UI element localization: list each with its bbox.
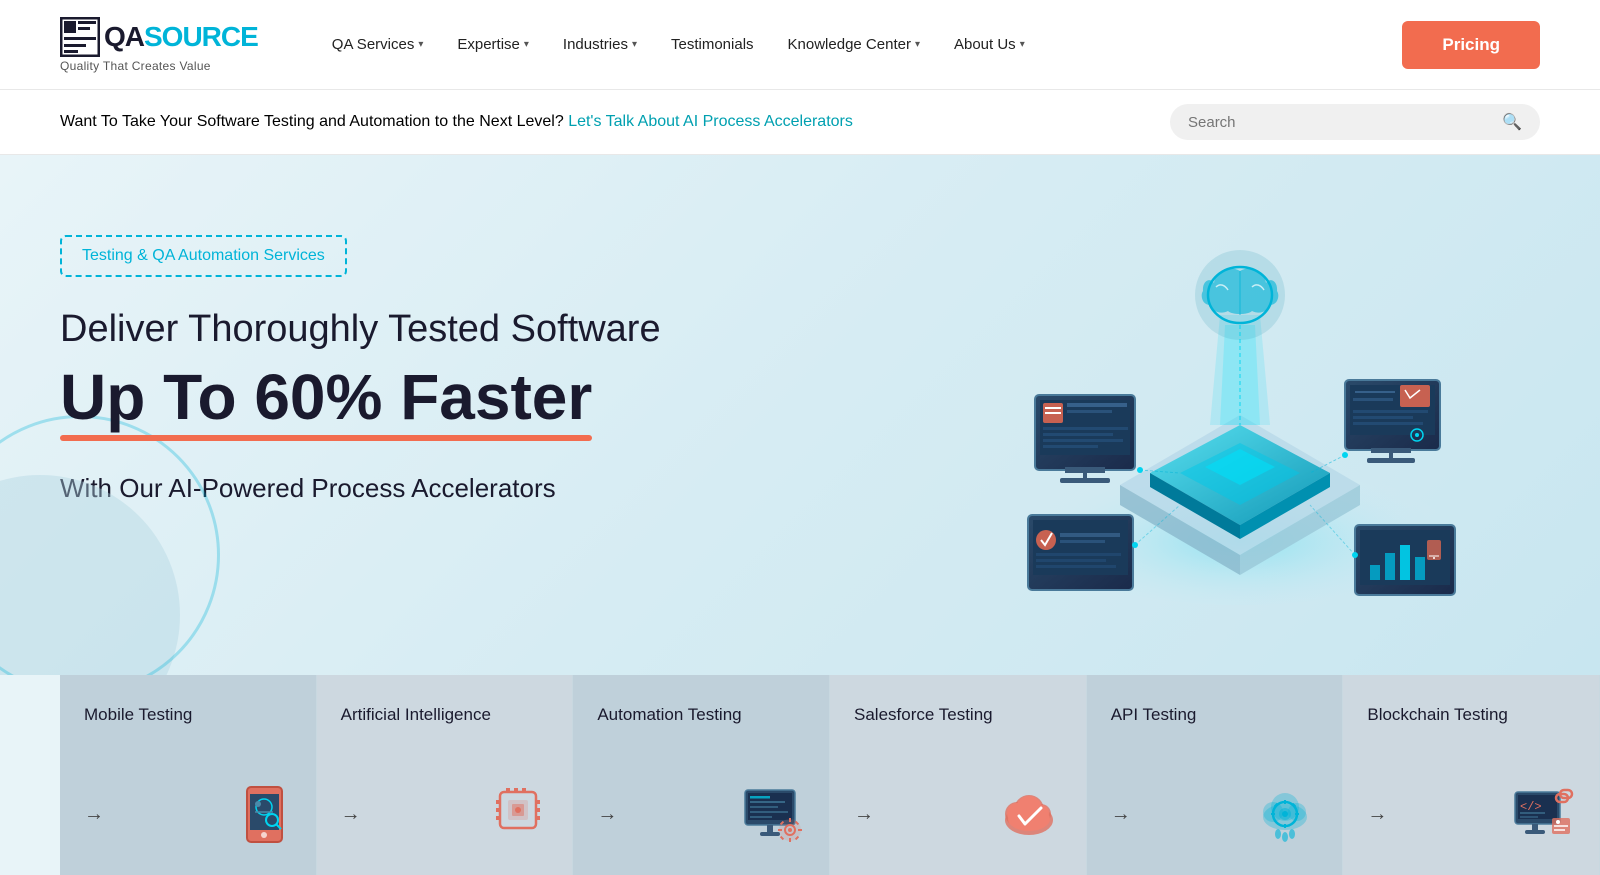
logo-qa: QA: [104, 21, 144, 53]
service-card-title: API Testing: [1111, 703, 1319, 727]
nav-item-qa-services[interactable]: QA Services ▾: [318, 28, 438, 61]
service-card-title: Mobile Testing: [84, 703, 292, 727]
chevron-down-icon: ▾: [418, 39, 423, 50]
logo-image: QA SOURCE: [60, 17, 258, 57]
nav-item-industries[interactable]: Industries ▾: [549, 28, 651, 61]
arrow-icon: →: [1367, 803, 1387, 826]
search-input[interactable]: [1188, 114, 1492, 131]
hero-badge: Testing & QA Automation Services: [60, 235, 347, 277]
service-card-footer: →: [1111, 782, 1319, 847]
chevron-down-icon: ▾: [524, 39, 529, 50]
service-card-title: Blockchain Testing: [1367, 703, 1575, 727]
hero-section: Testing & QA Automation Services Deliver…: [0, 155, 1600, 675]
service-card-title: Salesforce Testing: [854, 703, 1062, 727]
arrow-icon: →: [84, 803, 104, 826]
chevron-down-icon: ▾: [1020, 39, 1025, 50]
hero-illustration: [940, 215, 1540, 635]
service-card-title: Artificial Intelligence: [341, 703, 549, 727]
nav-item-expertise[interactable]: Expertise ▾: [443, 28, 543, 61]
arrow-icon: →: [854, 803, 874, 826]
nav-item-knowledge-center[interactable]: Knowledge Center ▾: [774, 28, 934, 61]
logo-icon: [60, 17, 100, 57]
service-card-title: Automation Testing: [597, 703, 805, 727]
mobile-testing-icon: [237, 782, 292, 847]
service-card-footer: →: [84, 782, 292, 847]
announcement-text: Want To Take Your Software Testing and A…: [60, 113, 853, 131]
logo-source: SOURCE: [144, 21, 258, 53]
announcement-bar: Want To Take Your Software Testing and A…: [0, 90, 1600, 155]
chevron-down-icon: ▾: [915, 39, 920, 50]
automation-icon: [740, 782, 805, 847]
service-card-salesforce[interactable]: Salesforce Testing →: [830, 675, 1087, 875]
main-nav: QA Services ▾ Expertise ▾ Industries ▾ T…: [318, 28, 1393, 61]
arrow-icon: →: [597, 803, 617, 826]
logo-tagline: Quality That Creates Value: [60, 59, 258, 73]
logo-area[interactable]: QA SOURCE Quality That Creates Value: [60, 17, 258, 73]
ai-icon: [488, 782, 548, 847]
chevron-down-icon: ▾: [632, 39, 637, 50]
pricing-button[interactable]: Pricing: [1402, 21, 1540, 69]
announcement-link[interactable]: Let's Talk About AI Process Accelerators: [568, 113, 853, 130]
search-icon: 🔍: [1502, 112, 1522, 132]
hero-title-line1: Deliver Thoroughly Tested Software: [60, 305, 760, 354]
nav-item-about-us[interactable]: About Us ▾: [940, 28, 1039, 61]
site-header: QA SOURCE Quality That Creates Value QA …: [0, 0, 1600, 90]
service-card-footer: →: [854, 782, 1062, 847]
nav-item-testimonials[interactable]: Testimonials: [657, 28, 768, 61]
service-card-footer: →: [341, 782, 549, 847]
service-card-footer: → </>: [1367, 782, 1575, 847]
hero-title-line2: Up To 60% Faster: [60, 362, 592, 432]
service-card-mobile-testing[interactable]: Mobile Testing →: [60, 675, 317, 875]
svg-text:</>: </>: [1520, 800, 1542, 814]
hero-svg: [940, 215, 1540, 635]
service-card-blockchain[interactable]: Blockchain Testing → </>: [1343, 675, 1600, 875]
service-cards-section: Mobile Testing → Artificial Intelligence…: [0, 675, 1600, 875]
blockchain-icon: </>: [1510, 782, 1575, 847]
api-testing-icon: [1253, 782, 1318, 847]
service-card-footer: →: [597, 782, 805, 847]
service-card-ai[interactable]: Artificial Intelligence →: [317, 675, 574, 875]
search-box: 🔍: [1170, 104, 1540, 140]
arrow-icon: →: [1111, 803, 1131, 826]
arrow-icon: →: [341, 803, 361, 826]
service-card-api[interactable]: API Testing →: [1087, 675, 1344, 875]
salesforce-icon: [997, 782, 1062, 847]
service-card-automation[interactable]: Automation Testing →: [573, 675, 830, 875]
